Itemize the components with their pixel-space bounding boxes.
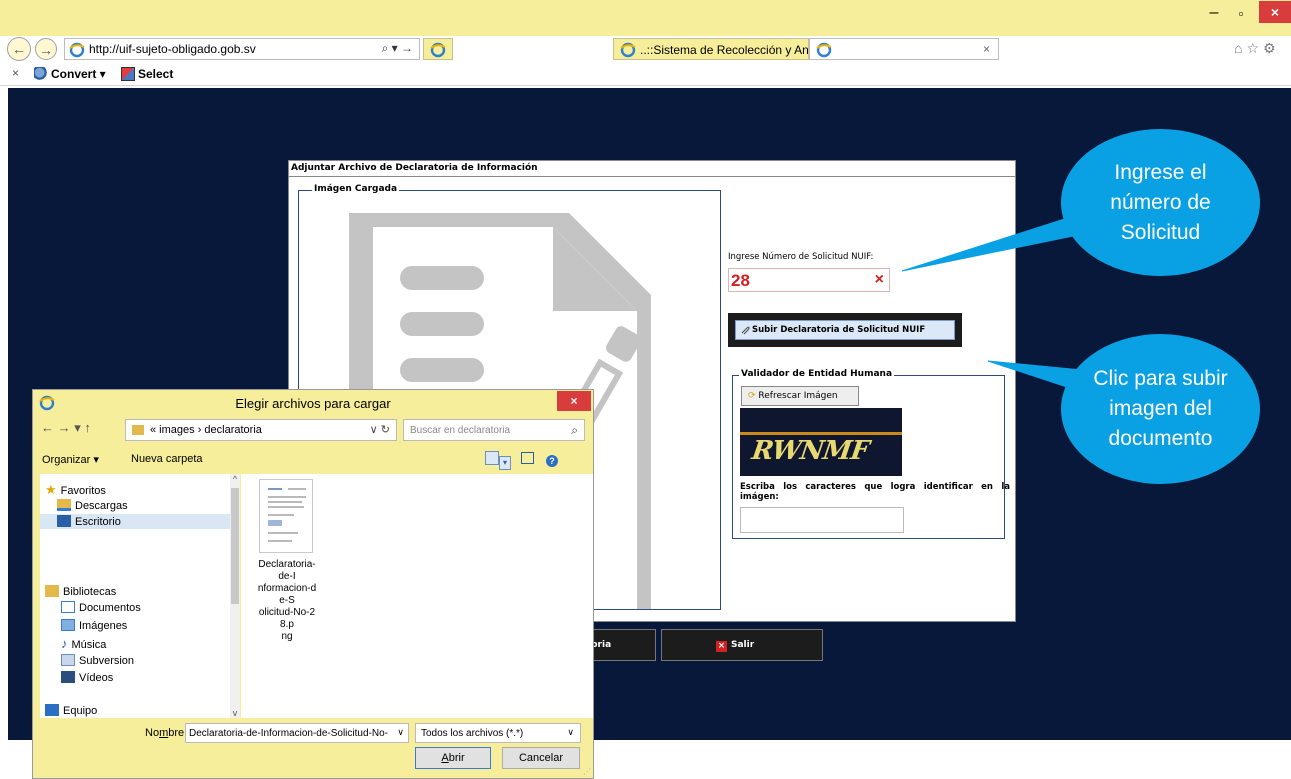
file-open-dialog: Elegir archivos para cargar × ← → ▾ ↑ « … xyxy=(32,389,594,779)
dialog-toolbar: Organizar ▾ Nueva carpeta ▾? xyxy=(33,448,593,472)
open-mnemonic: A xyxy=(441,752,449,764)
path-breadcrumb[interactable]: « images › declaratoria xyxy=(150,424,262,436)
file-list: Declaratoria-de-I nformacion-de-S olicit… xyxy=(241,474,593,718)
file-label-line: olicitud-No-28.p xyxy=(258,607,316,630)
tree-item-label: Música xyxy=(71,639,107,651)
file-label-line: ng xyxy=(281,631,293,642)
tree-item-label: Documentos xyxy=(79,602,141,614)
tree-item-musica[interactable]: ♪ Música xyxy=(61,636,106,651)
scroll-thumb[interactable] xyxy=(231,488,239,604)
desktop-icon xyxy=(57,515,71,527)
tree-item-descargas[interactable]: Descargas xyxy=(57,499,128,512)
label-mnemonic: m xyxy=(159,727,169,739)
organize-button[interactable]: Organizar ▾ xyxy=(42,453,99,466)
pictures-icon xyxy=(61,619,75,631)
search-placeholder: Buscar en declaratoria xyxy=(410,425,511,436)
file-label-line: Declaratoria-de-I xyxy=(258,559,316,582)
resize-grip-icon[interactable]: ⋰ xyxy=(583,767,591,776)
documents-icon xyxy=(61,601,75,613)
navigation-tree: ★ Favoritos Descargas Escritorio Bibliote… xyxy=(40,474,240,718)
dialog-close-button[interactable]: × xyxy=(557,391,591,411)
tree-item-escritorio[interactable]: Escritorio xyxy=(40,514,230,529)
subversion-icon xyxy=(61,654,75,666)
tree-item-label: Equipo xyxy=(63,705,98,717)
upload-callout-text: Clic para subir imagen del documento xyxy=(1093,367,1228,450)
open-button[interactable]: Abrir xyxy=(415,747,491,769)
music-icon: ♪ xyxy=(61,636,68,651)
file-name-value: Declaratoria-de-Informacion-de-Solicitud… xyxy=(189,728,388,739)
tree-item-documentos[interactable]: Documentos xyxy=(61,601,141,614)
file-item[interactable]: Declaratoria-de-I nformacion-de-S olicit… xyxy=(257,477,317,647)
search-icon[interactable]: ⌕ xyxy=(571,423,578,438)
tree-item-equipo[interactable]: Equipo xyxy=(45,704,97,717)
tree-item-label: Bibliotecas xyxy=(63,586,117,598)
file-thumbnail xyxy=(259,479,313,553)
file-type-value: Todos los archivos (*.*) xyxy=(421,728,524,739)
tree-item-label: Imágenes xyxy=(79,620,128,632)
help-icon[interactable]: ? xyxy=(546,455,558,467)
dialog-nav-buttons[interactable]: ← → ▾ ↑ xyxy=(41,420,91,436)
libraries-icon xyxy=(45,585,59,597)
tree-item-label: Escritorio xyxy=(75,516,121,528)
file-name-label: Nombre: xyxy=(145,727,187,739)
dialog-path-bar[interactable]: « images › declaratoria ∨ ↻ xyxy=(125,419,397,441)
new-folder-button[interactable]: Nueva carpeta xyxy=(131,453,203,465)
dialog-search-input[interactable]: Buscar en declaratoria ⌕ xyxy=(403,419,585,441)
file-label-line: nformacion-de-S xyxy=(257,583,317,606)
view-controls: ▾? xyxy=(485,451,558,470)
file-name-input[interactable]: Declaratoria-de-Informacion-de-Solicitud… xyxy=(185,723,409,743)
tree-item-subversion[interactable]: Subversion xyxy=(61,654,134,667)
label-part: No xyxy=(145,727,160,739)
star-icon: ★ xyxy=(45,482,57,497)
tree-item-imagenes[interactable]: Imágenes xyxy=(61,619,127,632)
chevron-down-icon[interactable]: ∨ xyxy=(567,727,574,738)
file-label: Declaratoria-de-I nformacion-de-S olicit… xyxy=(257,559,317,643)
scroll-down-icon[interactable]: v xyxy=(230,708,240,718)
view-mode-icon[interactable] xyxy=(485,451,499,465)
view-mode-dropdown-icon[interactable]: ▾ xyxy=(499,456,511,470)
tree-item-favoritos[interactable]: ★ Favoritos xyxy=(45,482,106,497)
upload-callout: Clic para subir imagen del documento xyxy=(1061,334,1260,484)
cancel-button[interactable]: Cancelar xyxy=(502,747,580,769)
downloads-icon xyxy=(57,499,71,511)
nuif-callout: Ingrese el número de Solicitud xyxy=(1061,129,1260,276)
preview-pane-icon[interactable] xyxy=(521,452,534,464)
file-type-select[interactable]: Todos los archivos (*.*) ∨ xyxy=(415,723,581,743)
chevron-down-icon[interactable]: ∨ xyxy=(397,727,404,738)
dialog-titlebar: Elegir archivos para cargar xyxy=(33,390,593,416)
nuif-callout-text: Ingrese el número de Solicitud xyxy=(1110,160,1211,244)
tree-item-label: Descargas xyxy=(75,500,128,512)
open-label: brir xyxy=(448,752,465,764)
tree-item-bibliotecas[interactable]: Bibliotecas xyxy=(45,585,116,598)
videos-icon xyxy=(61,671,75,683)
computer-icon xyxy=(45,704,59,716)
folder-icon xyxy=(132,425,144,435)
tree-scrollbar[interactable]: ^ v xyxy=(230,474,240,718)
tree-item-videos[interactable]: Vídeos xyxy=(61,671,113,684)
dialog-title: Elegir archivos para cargar xyxy=(235,396,391,411)
path-controls[interactable]: ∨ ↻ xyxy=(370,423,390,436)
tree-item-label: Vídeos xyxy=(79,672,114,684)
tree-item-label: Favoritos xyxy=(60,485,106,497)
scroll-up-icon[interactable]: ^ xyxy=(230,474,240,484)
tree-item-label: Subversion xyxy=(79,655,135,667)
